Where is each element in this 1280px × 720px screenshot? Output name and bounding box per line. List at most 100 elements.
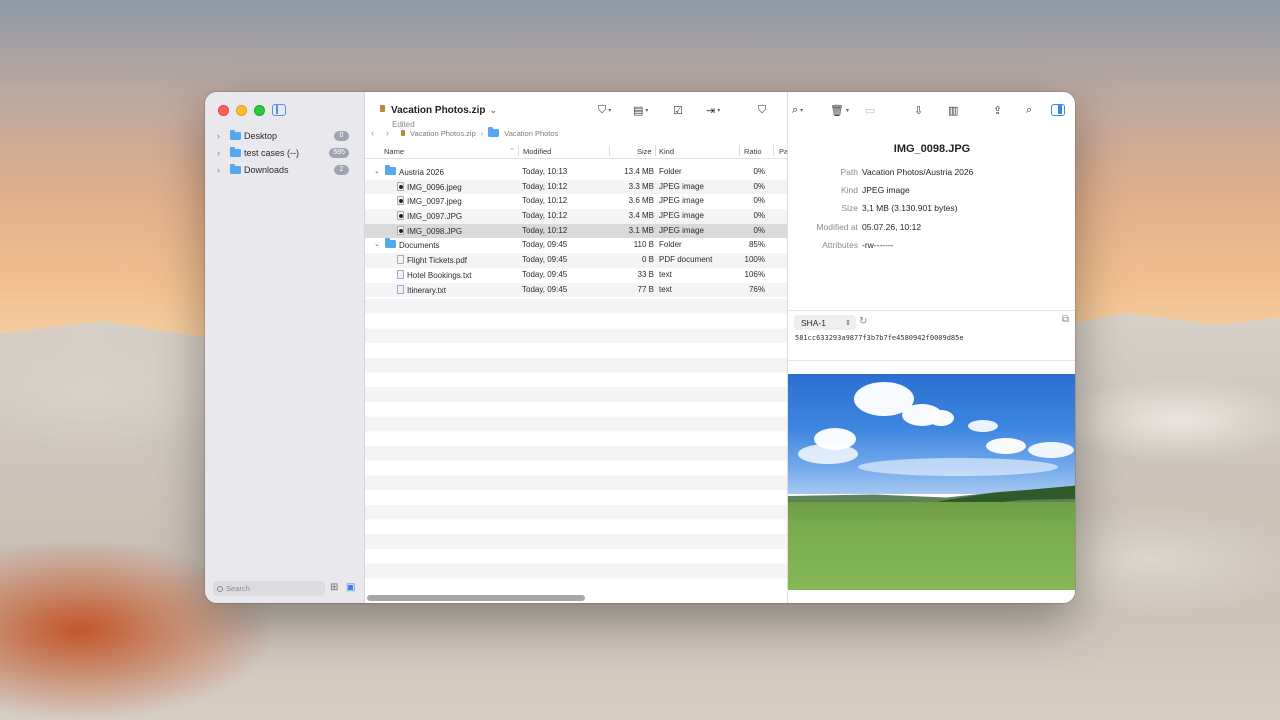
archive-browser-icon[interactable]: ▣ — [346, 582, 355, 593]
sidebar-toggle-icon[interactable] — [272, 104, 286, 116]
column-header-modified[interactable]: Modified — [523, 147, 551, 156]
row-kind: Folder — [659, 167, 682, 176]
folder-icon — [230, 147, 241, 157]
sidebar-item-test-cases[interactable]: › test cases (--) 595 — [217, 145, 357, 161]
row-modified: Today, 09:45 — [522, 240, 568, 250]
property-kind: Kind JPEG image — [788, 185, 1075, 199]
back-arrow-icon[interactable]: ‹ — [371, 128, 381, 138]
delete-button[interactable]: 🗑 ▾ — [830, 102, 849, 119]
property-key: Attributes — [822, 240, 858, 250]
row-size: 3.4 MB — [628, 211, 654, 221]
horizontal-scrollbar[interactable] — [365, 593, 787, 603]
sidebar-item-downloads[interactable]: › Downloads 2 — [217, 162, 357, 178]
search-button[interactable]: ⌕ — [1026, 102, 1032, 119]
row-name: Documents — [399, 241, 440, 251]
row-size: 3.1 MB — [628, 225, 654, 235]
zip-file-icon — [401, 130, 405, 136]
document-title-area[interactable]: Vacation Photos.zip ⌄ Edited — [380, 100, 497, 129]
search-icon: ⌕ — [1026, 104, 1033, 116]
close-window-button[interactable] — [218, 105, 229, 116]
row-ratio: 0% — [753, 196, 765, 206]
column-divider[interactable] — [609, 145, 610, 156]
chevron-right-icon[interactable]: › — [217, 165, 227, 175]
row-name: Hotel Bookings.txt — [407, 270, 472, 280]
chevron-down-icon[interactable]: ⌄ — [489, 105, 497, 115]
table-row[interactable]: IMG_0097.jpeg Today, 10:12 3.6 MB JPEG i… — [365, 194, 787, 209]
breadcrumb-item[interactable]: Vacation Photos — [504, 129, 558, 138]
table-row[interactable]: Flight Tickets.pdf Today, 09:45 0 B PDF … — [365, 253, 787, 268]
image-file-icon — [397, 225, 404, 235]
inspector-toggle-icon[interactable] — [1051, 104, 1065, 116]
chevron-right-icon[interactable]: › — [217, 148, 227, 158]
column-divider[interactable] — [655, 145, 656, 156]
table-row[interactable]: IMG_0096.jpeg Today, 10:12 3.3 MB JPEG i… — [365, 179, 787, 195]
file-list-area: Vacation Photos.zip ⌄ Edited ⛉ ▾ ▤ ▾ ☑ ⇥ ▾ ‹… — [365, 92, 788, 603]
breadcrumb-item[interactable]: Vacation Photos.zip — [410, 129, 476, 138]
table-row[interactable]: ⌄ Austria 2026 Today, 10:13 13.4 MB Fold… — [365, 165, 787, 180]
chevron-down-icon[interactable]: ⌄ — [374, 240, 380, 248]
compress-button[interactable]: ▥ — [948, 102, 958, 119]
trash-icon: 🗑 — [830, 105, 844, 117]
property-value: JPEG image — [862, 185, 910, 195]
row-size: 33 B — [637, 269, 654, 279]
property-key: Kind — [840, 185, 858, 195]
sidebar-item-desktop[interactable]: › Desktop 0 — [217, 128, 357, 144]
table-row[interactable]: Itinerary.txt Today, 09:45 77 B text 76% — [365, 282, 787, 298]
sidebar-item-label: Desktop — [244, 131, 278, 141]
sidebar: › Desktop 0 › test cases (--) 595 › Down… — [205, 92, 365, 603]
row-ratio: 106% — [744, 269, 765, 279]
column-header-ratio[interactable]: Ratio — [744, 147, 762, 156]
chevron-down-icon: ▾ — [800, 108, 804, 114]
row-name: IMG_0097.jpeg — [407, 197, 462, 207]
forward-arrow-icon[interactable]: › — [386, 128, 396, 138]
column-header-size[interactable]: Size — [637, 147, 652, 156]
sidebar-search-field[interactable]: Search — [213, 581, 325, 596]
chevron-down-icon[interactable]: ⌄ — [374, 167, 380, 175]
breadcrumb-separator: › — [480, 128, 484, 138]
column-divider[interactable] — [518, 145, 519, 156]
column-header-kind[interactable]: Kind — [659, 147, 674, 156]
copy-icon[interactable]: ⧉ — [1062, 314, 1069, 325]
inspector-panel: ⛉ ⌕ ▾ 🗑 ▾ ▭ ⇩ ▥ ⇪ ⌕ IMG_0098.JPG Path Vaca… — [758, 92, 1075, 603]
download-button[interactable]: ⇩ — [914, 102, 923, 119]
hash-algorithm-select[interactable]: SHA-1 ⇕ — [794, 315, 856, 330]
tray-download-icon: ⇩ — [914, 105, 924, 117]
minimize-window-button[interactable] — [236, 105, 247, 116]
row-kind: JPEG image — [659, 225, 704, 235]
table-row-selected[interactable]: IMG_0098.JPG Today, 10:12 3.1 MB JPEG im… — [365, 223, 787, 239]
chevron-down-icon: ▾ — [608, 108, 612, 114]
table-row[interactable]: ⌄ Documents Today, 09:45 110 B Folder 85… — [365, 238, 787, 253]
preview-button[interactable]: ⌕ ▾ — [792, 102, 803, 119]
column-divider[interactable] — [773, 145, 774, 156]
property-value: 05.07.26, 10:12 — [862, 222, 922, 232]
refresh-icon[interactable]: ↻ — [859, 316, 867, 327]
scrollbar-thumb[interactable] — [367, 595, 585, 601]
pdf-file-icon — [397, 255, 404, 265]
search-placeholder: Search — [226, 584, 250, 593]
row-name: IMG_0098.JPG — [407, 226, 463, 236]
chevron-down-icon: ▾ — [717, 108, 721, 114]
row-name: Austria 2026 — [399, 168, 444, 177]
column-header-name[interactable]: Name — [384, 147, 404, 156]
row-modified: Today, 09:45 — [522, 269, 568, 279]
zoom-window-button[interactable] — [254, 105, 265, 116]
empty-list-area — [365, 299, 787, 589]
filter-icon[interactable]: ⊞ — [330, 582, 338, 593]
add-files-button[interactable]: ▭ — [865, 102, 875, 119]
sort-ascending-icon[interactable]: ⌃ — [509, 147, 515, 155]
verify-button[interactable]: ☑ — [673, 102, 683, 119]
archive-button[interactable]: ▤ ▾ — [633, 102, 648, 119]
property-value: 3,1 MB (3.130.901 bytes) — [862, 203, 958, 213]
table-row[interactable]: Hotel Bookings.txt Today, 09:45 33 B tex… — [365, 268, 787, 283]
column-divider[interactable] — [739, 145, 740, 156]
extract-button[interactable]: ⛉ ▾ — [598, 102, 611, 119]
lock-button[interactable]: ⛉ — [758, 102, 766, 119]
chevron-right-icon[interactable]: › — [217, 131, 227, 141]
move-button[interactable]: ⇥ ▾ — [706, 102, 720, 119]
row-ratio: 0% — [753, 167, 765, 176]
share-button[interactable]: ⇪ — [993, 102, 1002, 119]
table-row[interactable]: IMG_0097.JPG Today, 10:12 3.4 MB JPEG im… — [365, 209, 787, 224]
row-name: Itinerary.txt — [407, 285, 446, 295]
row-size: 77 B — [637, 284, 654, 294]
row-ratio: 0% — [753, 211, 765, 221]
